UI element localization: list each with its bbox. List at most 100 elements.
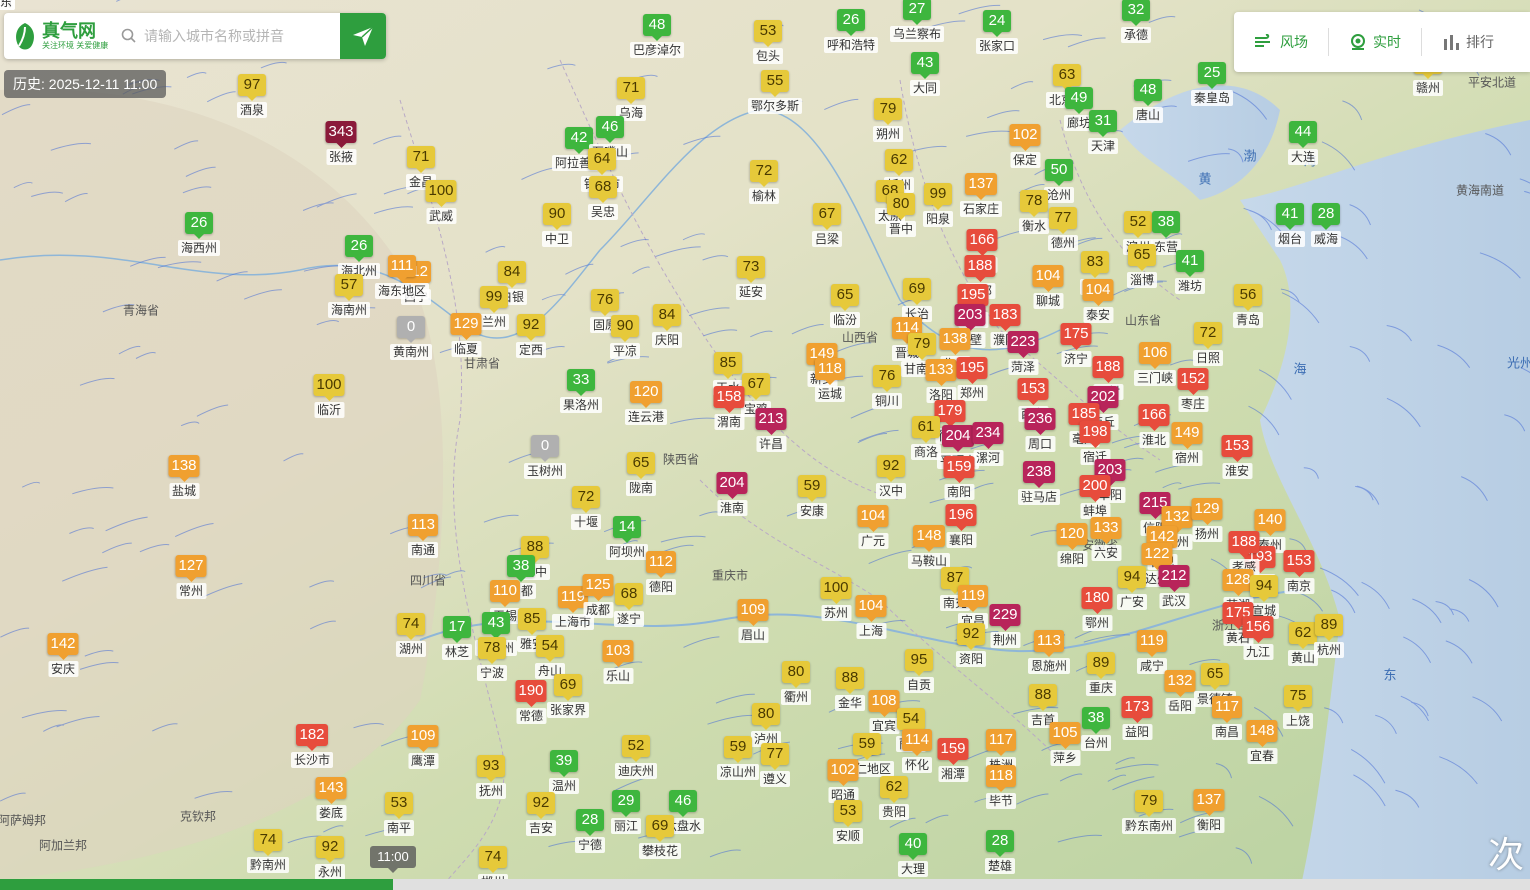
aqi-marker[interactable]: 104 泰安 (1082, 279, 1114, 323)
aqi-marker[interactable]: 180 鄂州 (1081, 587, 1113, 631)
aqi-marker[interactable]: 72 榆林 (748, 160, 780, 204)
aqi-marker[interactable]: 133 洛阳 (925, 359, 957, 403)
aqi-marker[interactable]: 143 娄底 (315, 777, 347, 821)
aqi-marker[interactable]: 84 庆阳 (651, 304, 683, 348)
aqi-marker[interactable]: 212 武汉 (1158, 565, 1190, 609)
aqi-marker[interactable]: 68 遂宁 (613, 583, 645, 627)
aqi-marker[interactable]: 44 大连 (1287, 121, 1319, 165)
aqi-marker[interactable]: 149 宿州 (1171, 422, 1203, 466)
aqi-marker[interactable]: 159 湘潭 (937, 738, 969, 782)
aqi-marker[interactable]: 200 蚌埠 (1079, 475, 1111, 519)
aqi-marker[interactable]: 41 烟台 (1274, 203, 1306, 247)
aqi-marker[interactable]: 43 大同 (909, 52, 941, 96)
aqi-marker[interactable]: 65 临汾 (829, 284, 861, 328)
aqi-marker[interactable]: 26 呼和浩特 (823, 9, 879, 53)
aqi-marker[interactable]: 120 绵阳 (1056, 523, 1088, 567)
aqi-marker[interactable]: 25 秦皇岛 (1190, 62, 1234, 106)
aqi-marker[interactable]: 156 九江 (1242, 616, 1274, 660)
aqi-marker[interactable]: 92 吉安 (525, 792, 557, 836)
aqi-marker[interactable]: 26 海西州 (177, 212, 221, 256)
aqi-marker[interactable]: 148 宜春 (1246, 720, 1278, 764)
aqi-marker[interactable]: 153 南京 (1283, 550, 1315, 594)
aqi-marker[interactable]: 27 乌兰察布 (889, 0, 945, 42)
aqi-marker[interactable]: 79 黔东南州 (1121, 790, 1177, 834)
aqi-marker[interactable]: 99 兰州 (478, 286, 510, 330)
aqi-marker[interactable]: 120 连云港 (624, 381, 668, 425)
aqi-marker[interactable]: 77 德州 (1047, 207, 1079, 251)
aqi-marker[interactable]: 65 淄博 (1126, 244, 1158, 288)
aqi-marker[interactable]: 52 迪庆州 (614, 735, 658, 779)
aqi-marker[interactable]: 153 淮安 (1221, 435, 1253, 479)
search-submit-button[interactable] (340, 13, 386, 59)
aqi-marker[interactable]: 55 鄂尔多斯 (747, 70, 803, 114)
aqi-marker[interactable]: 89 杭州 (1313, 614, 1345, 658)
aqi-marker[interactable]: 69 长治 (901, 278, 933, 322)
aqi-marker[interactable]: 59 凉山州 (716, 736, 760, 780)
aqi-marker[interactable]: 17 林芝 (441, 616, 473, 660)
aqi-marker[interactable]: 56 青岛 (1232, 284, 1264, 328)
aqi-marker[interactable]: 72 十堰 (570, 486, 602, 530)
aqi-marker[interactable]: 223 菏泽 (1007, 331, 1039, 375)
aqi-marker[interactable]: 213 许昌 (755, 408, 787, 452)
aqi-marker[interactable]: 28 宁德 (574, 809, 606, 853)
aqi-marker[interactable]: 14 阿坝州 (605, 516, 649, 560)
aqi-marker[interactable]: 129 扬州 (1191, 498, 1223, 542)
aqi-marker[interactable]: 65 陇南 (625, 452, 657, 496)
aqi-marker[interactable]: 112 德阳 (645, 551, 677, 595)
aqi-marker[interactable]: 79 朔州 (872, 98, 904, 142)
aqi-marker[interactable]: 106 三门峡 (1133, 342, 1177, 386)
aqi-marker[interactable]: 102 昭通 (827, 759, 859, 803)
aqi-marker[interactable]: 94 广安 (1116, 566, 1148, 610)
aqi-marker[interactable]: 71 乌海 (615, 77, 647, 121)
aqi-marker[interactable]: 78 宁波 (476, 637, 508, 681)
aqi-marker[interactable]: 236 周口 (1024, 408, 1056, 452)
aqi-marker[interactable]: 118 毕节 (985, 765, 1017, 809)
aqi-marker[interactable]: 166 淮北 (1138, 404, 1170, 448)
wind-field-button[interactable]: 风场 (1234, 28, 1328, 56)
aqi-marker[interactable]: 48 唐山 (1132, 79, 1164, 123)
aqi-marker[interactable]: 105 萍乡 (1049, 722, 1081, 766)
aqi-marker[interactable]: 40 大理 (897, 833, 929, 877)
aqi-marker[interactable]: 148 马鞍山 (907, 525, 951, 569)
aqi-marker[interactable]: 238 驻马店 (1017, 461, 1061, 505)
aqi-marker[interactable]: 73 延安 (735, 256, 767, 300)
aqi-marker[interactable]: 69 张家界 (546, 674, 590, 718)
aqi-marker[interactable]: 24 张家口 (975, 10, 1019, 54)
aqi-marker[interactable]: 182 长沙市 (290, 724, 334, 768)
aqi-marker[interactable]: 95 自贡 (903, 649, 935, 693)
aqi-marker[interactable]: 28 威海 (1310, 203, 1342, 247)
aqi-marker[interactable]: 90 中卫 (541, 203, 573, 247)
aqi-marker[interactable]: 29 丽江 (610, 790, 642, 834)
aqi-marker[interactable]: 99 阳泉 (922, 183, 954, 227)
aqi-marker[interactable]: 54 舟山 (534, 635, 566, 679)
aqi-marker[interactable]: 53 包头 (752, 20, 784, 64)
aqi-marker[interactable]: 234 漯河 (972, 422, 1004, 466)
aqi-marker[interactable]: 33 果洛州 (559, 369, 603, 413)
aqi-marker[interactable]: 173 益阳 (1121, 696, 1153, 740)
aqi-marker[interactable]: 138 盐城 (168, 455, 200, 499)
aqi-marker[interactable]: 175 济宁 (1060, 323, 1092, 367)
aqi-marker[interactable]: 129 临夏 (450, 313, 482, 357)
aqi-marker[interactable]: 26 海北州 (337, 235, 381, 279)
aqi-marker[interactable]: 111 海东地区 (374, 255, 430, 299)
aqi-marker[interactable]: 88 金华 (834, 667, 866, 711)
aqi-marker[interactable]: 102 保定 (1009, 124, 1041, 168)
aqi-marker[interactable]: 113 南通 (407, 514, 439, 558)
aqi-marker[interactable]: 100 苏州 (820, 577, 852, 621)
aqi-marker[interactable]: 89 重庆 (1085, 652, 1117, 696)
aqi-marker[interactable]: 109 鹰潭 (407, 725, 439, 769)
aqi-marker[interactable]: 113 恩施州 (1027, 630, 1071, 674)
aqi-marker[interactable]: 103 乐山 (602, 640, 634, 684)
aqi-marker[interactable]: 137 衡阳 (1193, 789, 1225, 833)
aqi-marker[interactable]: 28 楚雄 (984, 830, 1016, 874)
timeline-bar[interactable] (0, 879, 1530, 890)
aqi-marker[interactable]: 72 日照 (1192, 322, 1224, 366)
aqi-marker[interactable]: 100 临沂 (313, 374, 345, 418)
aqi-marker[interactable]: 92 永州 (314, 836, 346, 880)
aqi-marker[interactable]: 343 张掖 (325, 121, 357, 165)
aqi-marker[interactable]: 41 潍坊 (1174, 250, 1206, 294)
aqi-marker[interactable]: 104 广元 (857, 505, 889, 549)
aqi-marker[interactable]: 80 晋中 (885, 193, 917, 237)
aqi-marker[interactable]: 59 安康 (796, 475, 828, 519)
aqi-marker[interactable]: 195 郑州 (956, 357, 988, 401)
